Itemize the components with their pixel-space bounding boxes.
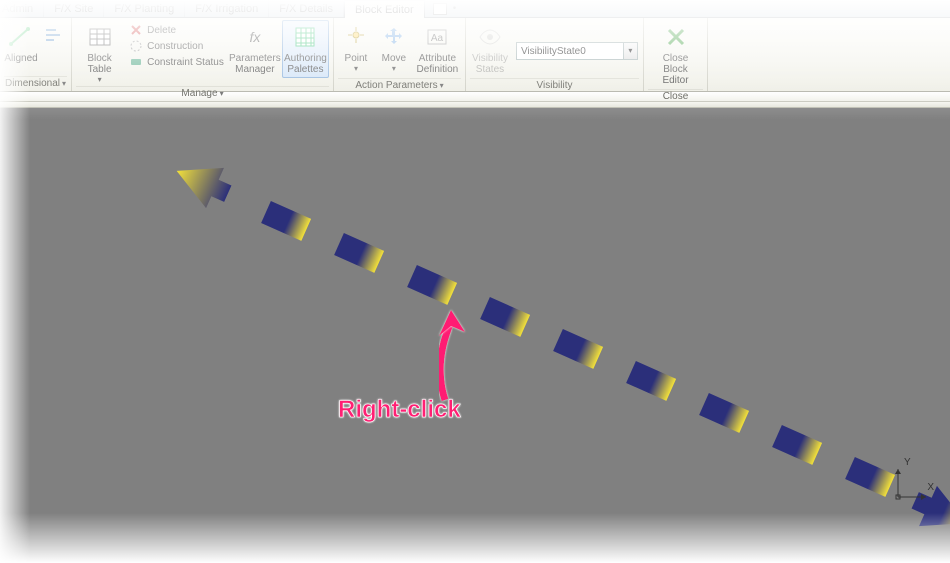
parameters-manager-label: Parameters Manager	[229, 53, 281, 75]
construction-icon	[129, 39, 143, 53]
panel-action-parameters-title: Action Parameters▾	[338, 78, 461, 93]
visibility-states-button: Visibility States	[470, 20, 510, 78]
construction-button[interactable]: Construction	[125, 38, 228, 54]
aligned-icon	[6, 23, 36, 51]
attribute-definition-icon: Aa	[422, 23, 452, 51]
aligned-label: Aligned	[4, 53, 37, 64]
drawing-canvas[interactable]: X Y	[0, 108, 950, 563]
dimensional-extra-icon	[40, 23, 70, 51]
delete-icon	[129, 23, 143, 37]
constraint-status-icon	[129, 55, 143, 69]
dimensional-extra-button[interactable]	[40, 20, 70, 54]
delete-button[interactable]: Delete	[125, 22, 228, 38]
visibility-state-combo[interactable]: ▾	[516, 24, 638, 78]
panel-close: Close Block Editor Close	[644, 18, 708, 91]
visibility-state-dropdown-icon[interactable]: ▾	[624, 42, 638, 60]
move-button[interactable]: Move ▾	[376, 20, 412, 75]
manage-small-column: Delete Construction Constraint Status	[125, 20, 228, 70]
panel-visibility-title: Visibility	[470, 78, 639, 93]
panel-visibility: Visibility States ▾ Visibility	[466, 18, 644, 91]
close-icon	[661, 23, 691, 51]
chevron-down-icon: ▾	[98, 77, 102, 83]
dashed-arrow-object[interactable]	[0, 108, 950, 563]
move-icon	[379, 23, 409, 51]
visibility-state-input[interactable]	[516, 42, 624, 60]
block-table-button[interactable]: Block Table ▾	[76, 20, 123, 86]
aligned-button[interactable]: Aligned	[4, 20, 38, 67]
ribbon-tabs: Admin F/X Site F/X Planting F/X Irrigati…	[0, 0, 950, 18]
tab-admin[interactable]: Admin	[0, 0, 44, 17]
close-block-editor-button[interactable]: Close Block Editor	[648, 20, 703, 89]
ribbon: Aligned Dimensional▾ Block Table ▾	[0, 18, 950, 92]
visibility-states-icon	[475, 23, 505, 51]
authoring-palettes-button[interactable]: Authoring Palettes	[282, 20, 329, 78]
constraint-status-button[interactable]: Constraint Status	[125, 54, 228, 70]
ucs-y-label: Y	[904, 457, 911, 468]
authoring-palettes-icon	[290, 23, 320, 51]
tab-fx-details[interactable]: F/X Details	[269, 0, 344, 17]
parameters-manager-button[interactable]: fx Parameters Manager	[230, 20, 280, 78]
chevron-down-icon: ▾	[354, 66, 358, 72]
tab-fx-irrigation[interactable]: F/X Irrigation	[185, 0, 269, 17]
parameters-manager-icon: fx	[240, 23, 270, 51]
tab-swatch-empty-icon[interactable]	[433, 3, 447, 15]
tab-fx-site[interactable]: F/X Site	[44, 0, 104, 17]
svg-text:fx: fx	[249, 29, 261, 45]
panel-action-parameters: Point ▾ Move ▾ Aa Attribute Definition A…	[334, 18, 466, 91]
chevron-down-icon: ▾	[392, 66, 396, 72]
panel-manage-title: Manage▾	[76, 86, 329, 101]
ucs-icon: X Y	[892, 463, 932, 503]
tab-extras: •	[425, 0, 464, 17]
panel-manage: Block Table ▾ Delete Construction	[72, 18, 334, 91]
svg-text:Aa: Aa	[431, 33, 444, 44]
panel-dimensional-title: Dimensional▾	[4, 76, 67, 91]
tab-fx-planting[interactable]: F/X Planting	[104, 0, 185, 17]
tab-block-editor[interactable]: Block Editor	[344, 0, 425, 18]
attribute-definition-button[interactable]: Aa Attribute Definition	[414, 20, 461, 78]
block-table-icon	[85, 23, 115, 51]
panel-dimensional: Aligned Dimensional▾	[0, 18, 72, 91]
panel-close-title: Close	[648, 89, 703, 104]
ucs-x-label: X	[927, 482, 934, 493]
point-button[interactable]: Point ▾	[338, 20, 374, 75]
authoring-palettes-label: Authoring Palettes	[284, 53, 327, 75]
point-icon	[341, 23, 371, 51]
block-table-label: Block Table	[87, 53, 111, 75]
tab-kebab-icon[interactable]: •	[453, 3, 456, 14]
